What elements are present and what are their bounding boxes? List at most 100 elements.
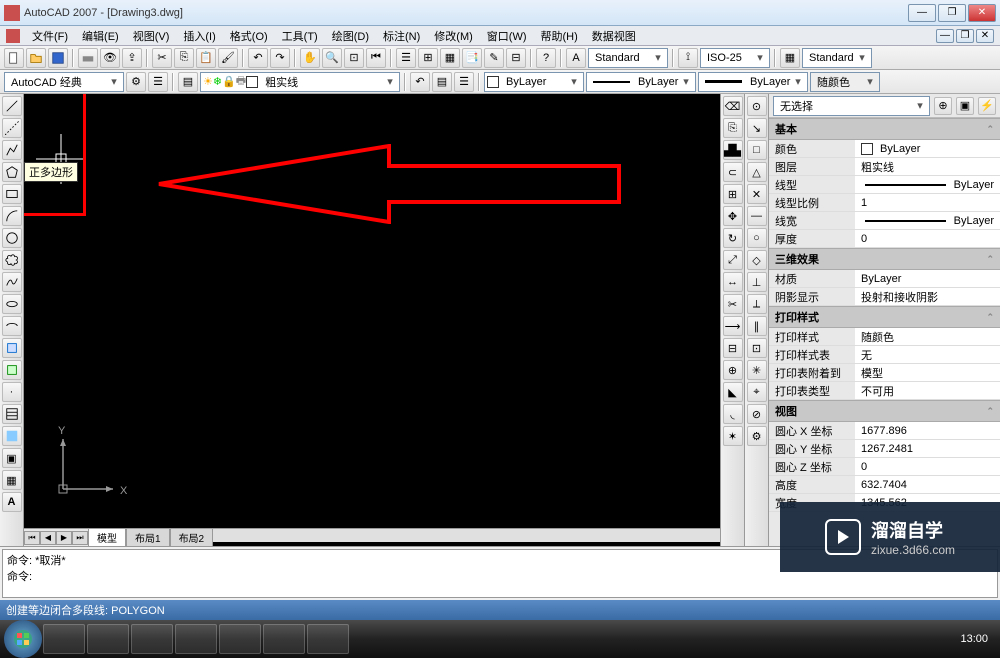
maximize-button[interactable]: ❐ <box>938 4 966 22</box>
print-button[interactable] <box>78 48 98 68</box>
spline-tool[interactable] <box>2 272 22 292</box>
fillet-tool[interactable]: ◟ <box>723 404 743 424</box>
layer-states-button[interactable]: ▤ <box>432 72 452 92</box>
section-view[interactable]: 视图⌃ <box>769 400 1000 422</box>
workspace-save-button[interactable]: ☰ <box>148 72 168 92</box>
value-shadow[interactable]: 投射和接收阴影 <box>855 288 1000 305</box>
zoom-previous-button[interactable]: ⏮ <box>366 48 386 68</box>
value-plottable[interactable]: 无 <box>855 346 1000 363</box>
linetype-combo[interactable]: ByLayer▾ <box>586 72 696 92</box>
snap-perpendicular-button[interactable]: ⟂ <box>747 294 767 314</box>
properties-button[interactable]: ☰ <box>396 48 416 68</box>
snap-nearest-button[interactable]: ⌖ <box>747 382 767 402</box>
value-ltscale[interactable]: 1 <box>855 194 1000 211</box>
tab-first-button[interactable]: ⏮ <box>24 531 40 545</box>
horizontal-scrollbar[interactable] <box>213 528 720 542</box>
temp-track-button[interactable]: ⊙ <box>747 96 767 116</box>
match-button[interactable]: 🖌 <box>218 48 238 68</box>
ellipse-arc-tool[interactable] <box>2 316 22 336</box>
table-tool[interactable]: ▦ <box>2 470 22 490</box>
arc-tool[interactable] <box>2 206 22 226</box>
workspace-combo[interactable]: AutoCAD 经典▾ <box>4 72 124 92</box>
hatch-tool[interactable] <box>2 404 22 424</box>
tab-prev-button[interactable]: ◀ <box>40 531 56 545</box>
tab-model[interactable]: 模型 <box>88 528 126 547</box>
trim-tool[interactable]: ✂ <box>723 294 743 314</box>
print-preview-button[interactable]: 👁 <box>100 48 120 68</box>
snap-parallel-button[interactable]: ∥ <box>747 316 767 336</box>
quickselect-button[interactable]: ⚡ <box>978 97 996 115</box>
value-centerz[interactable]: 0 <box>855 458 1000 475</box>
taskbar-item-7[interactable] <box>307 624 349 654</box>
tab-next-button[interactable]: ▶ <box>56 531 72 545</box>
menu-window[interactable]: 窗口(W) <box>481 26 533 46</box>
value-centerx[interactable]: 1677.896 <box>855 422 1000 439</box>
menu-format[interactable]: 格式(O) <box>224 26 274 46</box>
menu-draw[interactable]: 绘图(D) <box>326 26 375 46</box>
undo-button[interactable]: ↶ <box>248 48 268 68</box>
make-block-tool[interactable] <box>2 360 22 380</box>
select-objects-button[interactable]: ▣ <box>956 97 974 115</box>
value-plotattach[interactable]: 模型 <box>855 364 1000 381</box>
menu-file[interactable]: 文件(F) <box>26 26 74 46</box>
lineweight-combo[interactable]: ByLayer▾ <box>698 72 808 92</box>
help-button[interactable]: ? <box>536 48 556 68</box>
snap-from-button[interactable]: ↘ <box>747 118 767 138</box>
dimstyle-icon[interactable]: ⟟ <box>678 48 698 68</box>
section-plot[interactable]: 打印样式⌃ <box>769 306 1000 328</box>
insert-block-tool[interactable] <box>2 338 22 358</box>
pickadd-button[interactable]: ⊕ <box>934 97 952 115</box>
mtext-tool[interactable]: A <box>2 492 22 512</box>
copy-tool[interactable]: ⎘ <box>723 118 743 138</box>
revcloud-tool[interactable] <box>2 250 22 270</box>
menu-dataview[interactable]: 数据视图 <box>586 26 642 46</box>
menu-dimension[interactable]: 标注(N) <box>377 26 426 46</box>
textstyle-icon[interactable]: A <box>566 48 586 68</box>
section-3d[interactable]: 三维效果⌃ <box>769 248 1000 270</box>
calc-button[interactable]: ⊟ <box>506 48 526 68</box>
tablestyle-icon[interactable]: ▦ <box>780 48 800 68</box>
value-color[interactable]: ByLayer <box>855 140 1000 157</box>
value-material[interactable]: ByLayer <box>855 270 1000 287</box>
menu-insert[interactable]: 插入(I) <box>177 26 221 46</box>
region-tool[interactable]: ▣ <box>2 448 22 468</box>
sheetset-button[interactable]: 📑 <box>462 48 482 68</box>
layer-combo[interactable]: ☀❄🔒🖶 粗实线▾ <box>200 72 400 92</box>
layer-manager-button[interactable]: ▤ <box>178 72 198 92</box>
stretch-tool[interactable]: ↔ <box>723 272 743 292</box>
value-centery[interactable]: 1267.2481 <box>855 440 1000 457</box>
value-thickness[interactable]: 0 <box>855 230 1000 247</box>
rectangle-tool[interactable] <box>2 184 22 204</box>
snap-extension-button[interactable]: — <box>747 206 767 226</box>
menu-tools[interactable]: 工具(T) <box>276 26 324 46</box>
snap-tangent-button[interactable]: ⊥ <box>747 272 767 292</box>
redo-button[interactable]: ↷ <box>270 48 290 68</box>
taskbar-item-4[interactable] <box>175 624 217 654</box>
plotstyle-combo[interactable]: 随颜色▾ <box>810 72 880 92</box>
value-linetype[interactable]: ByLayer <box>855 176 1000 193</box>
osnap-settings-button[interactable]: ⚙ <box>747 426 767 446</box>
start-button[interactable] <box>4 620 42 658</box>
snap-intersection-button[interactable]: ✕ <box>747 184 767 204</box>
snap-insert-button[interactable]: ⊡ <box>747 338 767 358</box>
tab-layout2[interactable]: 布局2 <box>170 528 214 547</box>
section-basic[interactable]: 基本⌃ <box>769 118 1000 140</box>
menu-modify[interactable]: 修改(M) <box>428 26 479 46</box>
close-button[interactable]: ✕ <box>968 4 996 22</box>
snap-endpoint-button[interactable]: □ <box>747 140 767 160</box>
snap-quadrant-button[interactable]: ◇ <box>747 250 767 270</box>
save-button[interactable] <box>48 48 68 68</box>
taskbar-item-1[interactable] <box>43 624 85 654</box>
taskbar-item-5[interactable] <box>219 624 261 654</box>
publish-button[interactable]: ⇪ <box>122 48 142 68</box>
copy-button[interactable]: ⎘ <box>174 48 194 68</box>
array-tool[interactable]: ⊞ <box>723 184 743 204</box>
break-tool[interactable]: ⊟ <box>723 338 743 358</box>
mirror-tool[interactable]: ▟▙ <box>723 140 743 160</box>
value-lineweight[interactable]: ByLayer <box>855 212 1000 229</box>
menu-edit[interactable]: 编辑(E) <box>76 26 125 46</box>
textstyle-combo[interactable]: Standard▾ <box>588 48 668 68</box>
move-tool[interactable]: ✥ <box>723 206 743 226</box>
cut-button[interactable]: ✂ <box>152 48 172 68</box>
scale-tool[interactable]: ⤢ <box>723 250 743 270</box>
